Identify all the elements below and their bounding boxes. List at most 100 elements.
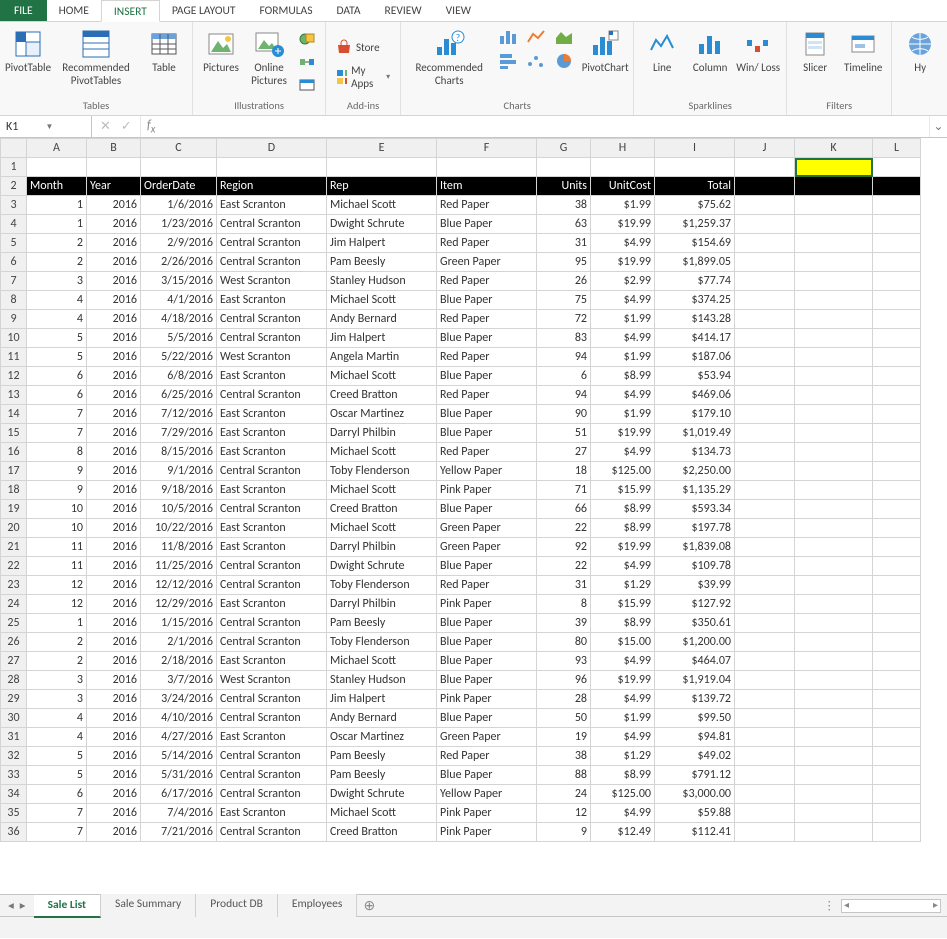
cell-H16[interactable]: $4.99 bbox=[591, 443, 655, 462]
cell-B20[interactable]: 2016 bbox=[87, 519, 141, 538]
cell-F21[interactable]: Green Paper bbox=[437, 538, 537, 557]
cell-G36[interactable]: 9 bbox=[537, 823, 591, 842]
cell-H22[interactable]: $4.99 bbox=[591, 557, 655, 576]
cell-H36[interactable]: $12.49 bbox=[591, 823, 655, 842]
cell-F4[interactable]: Blue Paper bbox=[437, 215, 537, 234]
cell-A19[interactable]: 10 bbox=[27, 500, 87, 519]
cell-J29[interactable] bbox=[735, 690, 795, 709]
cell-G16[interactable]: 27 bbox=[537, 443, 591, 462]
cell-J10[interactable] bbox=[735, 329, 795, 348]
cell-F15[interactable]: Blue Paper bbox=[437, 424, 537, 443]
cell-F31[interactable]: Green Paper bbox=[437, 728, 537, 747]
cell-G26[interactable]: 80 bbox=[537, 633, 591, 652]
cell-J5[interactable] bbox=[735, 234, 795, 253]
cell-L19[interactable] bbox=[873, 500, 921, 519]
cell-L8[interactable] bbox=[873, 291, 921, 310]
cell-G5[interactable]: 31 bbox=[537, 234, 591, 253]
sheet-nav-prev-icon[interactable]: ◂ bbox=[8, 898, 14, 913]
cell-E35[interactable]: Michael Scott bbox=[327, 804, 437, 823]
cell-I13[interactable]: $469.06 bbox=[655, 386, 735, 405]
cell-C16[interactable]: 8/15/2016 bbox=[141, 443, 217, 462]
sheet-tab-product-db[interactable]: Product DB bbox=[196, 894, 278, 917]
row-header-18[interactable]: 18 bbox=[1, 481, 27, 500]
cell-B36[interactable]: 2016 bbox=[87, 823, 141, 842]
cell-K30[interactable] bbox=[795, 709, 873, 728]
row-header-15[interactable]: 15 bbox=[1, 424, 27, 443]
cell-E11[interactable]: Angela Martin bbox=[327, 348, 437, 367]
cell-E13[interactable]: Creed Bratton bbox=[327, 386, 437, 405]
row-header-4[interactable]: 4 bbox=[1, 215, 27, 234]
cell-D27[interactable]: East Scranton bbox=[217, 652, 327, 671]
cell-K9[interactable] bbox=[795, 310, 873, 329]
row-header-36[interactable]: 36 bbox=[1, 823, 27, 842]
row-header-8[interactable]: 8 bbox=[1, 291, 27, 310]
cell-L36[interactable] bbox=[873, 823, 921, 842]
cell-A16[interactable]: 8 bbox=[27, 443, 87, 462]
cell-B31[interactable]: 2016 bbox=[87, 728, 141, 747]
cell-F5[interactable]: Red Paper bbox=[437, 234, 537, 253]
tab-view[interactable]: VIEW bbox=[434, 0, 483, 21]
cell-E31[interactable]: Oscar Martinez bbox=[327, 728, 437, 747]
cell-E4[interactable]: Dwight Schrute bbox=[327, 215, 437, 234]
bar-chart-button[interactable] bbox=[495, 50, 521, 72]
cell-F30[interactable]: Blue Paper bbox=[437, 709, 537, 728]
cell-F36[interactable]: Pink Paper bbox=[437, 823, 537, 842]
cell-D33[interactable]: Central Scranton bbox=[217, 766, 327, 785]
cell-E18[interactable]: Michael Scott bbox=[327, 481, 437, 500]
cell-I5[interactable]: $154.69 bbox=[655, 234, 735, 253]
cell-I12[interactable]: $53.94 bbox=[655, 367, 735, 386]
cell-A7[interactable]: 3 bbox=[27, 272, 87, 291]
cell-L27[interactable] bbox=[873, 652, 921, 671]
cell-G10[interactable]: 83 bbox=[537, 329, 591, 348]
cell-I4[interactable]: $1,259.37 bbox=[655, 215, 735, 234]
cell-J12[interactable] bbox=[735, 367, 795, 386]
cell-A24[interactable]: 12 bbox=[27, 595, 87, 614]
cell-K15[interactable] bbox=[795, 424, 873, 443]
cell-E19[interactable]: Creed Bratton bbox=[327, 500, 437, 519]
cell-I36[interactable]: $112.41 bbox=[655, 823, 735, 842]
cell-C31[interactable]: 4/27/2016 bbox=[141, 728, 217, 747]
cell-A5[interactable]: 2 bbox=[27, 234, 87, 253]
row-header-7[interactable]: 7 bbox=[1, 272, 27, 291]
cell-I18[interactable]: $1,135.29 bbox=[655, 481, 735, 500]
cell-J16[interactable] bbox=[735, 443, 795, 462]
cell-H10[interactable]: $4.99 bbox=[591, 329, 655, 348]
chevron-down-icon[interactable]: ▼ bbox=[46, 122, 86, 132]
cell-H14[interactable]: $1.99 bbox=[591, 405, 655, 424]
cell-L10[interactable] bbox=[873, 329, 921, 348]
cell-I33[interactable]: $791.12 bbox=[655, 766, 735, 785]
cell-H26[interactable]: $15.00 bbox=[591, 633, 655, 652]
cell-L35[interactable] bbox=[873, 804, 921, 823]
cell-D26[interactable]: Central Scranton bbox=[217, 633, 327, 652]
cell-H27[interactable]: $4.99 bbox=[591, 652, 655, 671]
cell-J1[interactable] bbox=[735, 158, 795, 177]
cell-B34[interactable]: 2016 bbox=[87, 785, 141, 804]
cell-G17[interactable]: 18 bbox=[537, 462, 591, 481]
tab-formulas[interactable]: FORMULAS bbox=[247, 0, 324, 21]
cell-F6[interactable]: Green Paper bbox=[437, 253, 537, 272]
cell-E15[interactable]: Darryl Philbin bbox=[327, 424, 437, 443]
cell-C19[interactable]: 10/5/2016 bbox=[141, 500, 217, 519]
cell-D15[interactable]: East Scranton bbox=[217, 424, 327, 443]
pivotchart-button[interactable]: PivotChart bbox=[583, 24, 627, 75]
worksheet-grid[interactable]: ABCDEFGHIJKL12MonthYearOrderDateRegionRe… bbox=[0, 138, 947, 894]
formula-expand-icon[interactable]: ⌄ bbox=[929, 116, 947, 137]
sheet-tab-sale-summary[interactable]: Sale Summary bbox=[101, 894, 196, 917]
cell-D30[interactable]: Central Scranton bbox=[217, 709, 327, 728]
cell-L2[interactable] bbox=[873, 177, 921, 196]
cell-K10[interactable] bbox=[795, 329, 873, 348]
cell-J7[interactable] bbox=[735, 272, 795, 291]
cell-G28[interactable]: 96 bbox=[537, 671, 591, 690]
cell-I8[interactable]: $374.25 bbox=[655, 291, 735, 310]
cell-D6[interactable]: Central Scranton bbox=[217, 253, 327, 272]
cell-L14[interactable] bbox=[873, 405, 921, 424]
cell-A23[interactable]: 12 bbox=[27, 576, 87, 595]
cell-L7[interactable] bbox=[873, 272, 921, 291]
cell-F2[interactable]: Item bbox=[437, 177, 537, 196]
cell-D11[interactable]: West Scranton bbox=[217, 348, 327, 367]
cell-F23[interactable]: Red Paper bbox=[437, 576, 537, 595]
cell-L21[interactable] bbox=[873, 538, 921, 557]
cell-B3[interactable]: 2016 bbox=[87, 196, 141, 215]
cell-K29[interactable] bbox=[795, 690, 873, 709]
cell-D13[interactable]: Central Scranton bbox=[217, 386, 327, 405]
